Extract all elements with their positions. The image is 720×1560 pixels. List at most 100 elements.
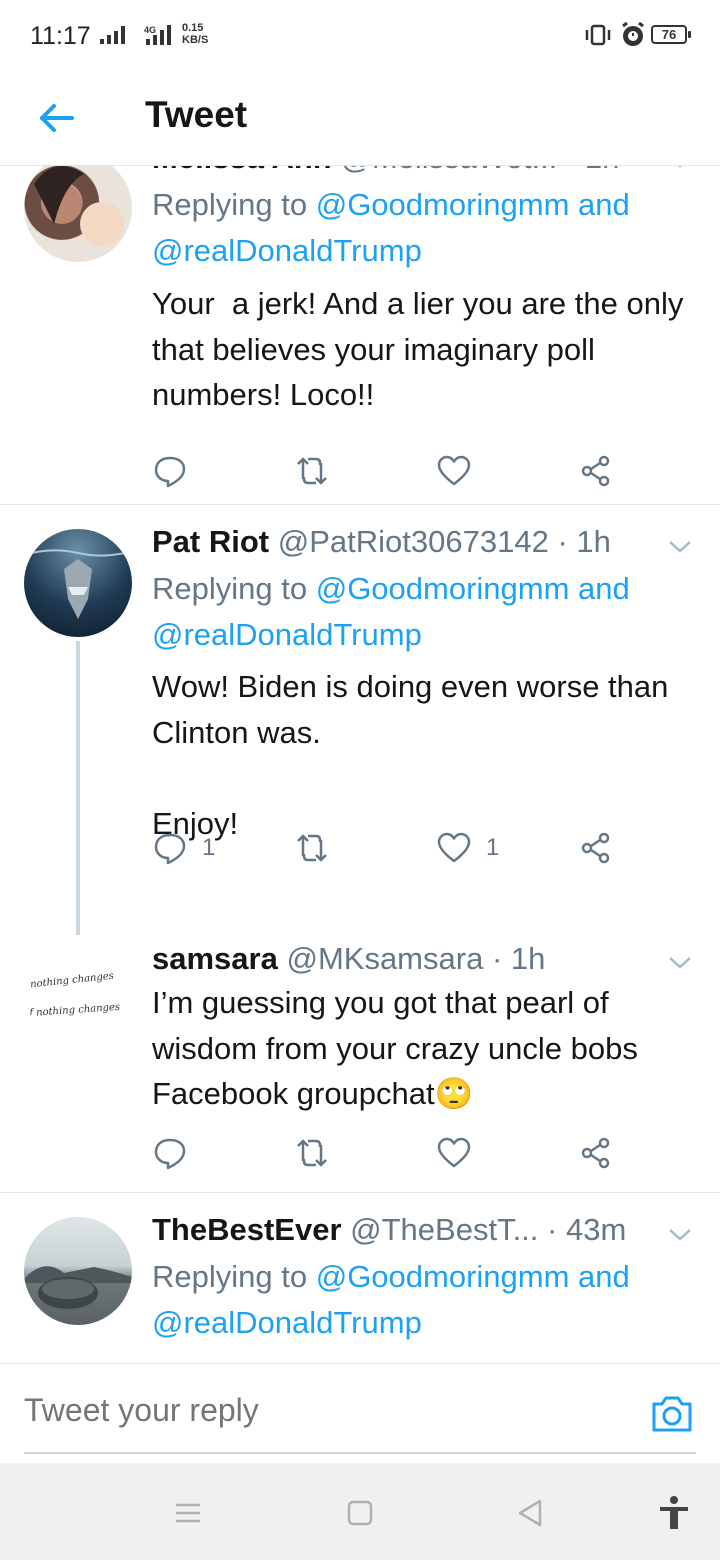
tweet-time: · 1h [566, 166, 619, 175]
avatar[interactable] [24, 166, 132, 262]
display-name[interactable]: Pat Riot [152, 524, 269, 559]
tweet-actions [152, 451, 622, 491]
tweet-time: · 43m [547, 1212, 627, 1247]
replying-prefix: Replying to [152, 571, 308, 606]
share-button[interactable] [578, 451, 614, 491]
accessibility-icon[interactable] [654, 1493, 694, 1533]
retweet-icon [297, 834, 327, 862]
replying-to: Replying to @Goodmoringmm and @realDonal… [152, 1254, 700, 1346]
home-square-icon[interactable] [340, 1493, 380, 1533]
like-count: 1 [486, 834, 500, 861]
vibrate-icon [585, 24, 611, 46]
share-button[interactable] [578, 1133, 614, 1173]
display-name[interactable]: TheBestEver [152, 1212, 342, 1247]
tweet-item[interactable]: Melissa Ann @MelissaWet... · 1h Replying… [0, 166, 720, 504]
reply-button[interactable] [152, 451, 188, 491]
tweet-item[interactable]: TheBestEver @TheBestT... · 43m Replying … [0, 1193, 720, 1363]
mention-link[interactable]: @realDonaldTrump [152, 612, 700, 658]
tweet-header: Pat Riot @PatRiot30673142 · 1h [152, 524, 700, 564]
arrow-left-icon[interactable] [32, 94, 80, 142]
replies-feed[interactable]: Melissa Ann @MelissaWet... · 1h Replying… [0, 166, 720, 1363]
avatar-script-line: if nothing changes [25, 1001, 121, 1020]
replying-to: Replying to @Goodmoringmm and @realDonal… [152, 566, 700, 658]
reply-button[interactable]: 1 [152, 828, 215, 868]
reply-button[interactable] [152, 1133, 188, 1173]
tweet-text: I’m guessing you got that pearl of wisdo… [152, 985, 647, 1111]
page-title: Tweet [145, 94, 248, 135]
tweet-item[interactable]: Pat Riot @PatRiot30673142 · 1h Replying … [0, 505, 720, 941]
share-button[interactable] [578, 828, 614, 868]
chevron-down-icon[interactable] [666, 1225, 694, 1245]
menu-icon[interactable] [168, 1493, 208, 1533]
tweet-text: Wow! Biden is doing even worse than Clin… [152, 669, 669, 841]
share-icon [581, 1137, 610, 1169]
speed-value: 0.15 [182, 22, 204, 34]
network-type-label: 4G [144, 25, 156, 35]
speed-unit: KB/S [182, 34, 209, 46]
reply-count: 1 [202, 834, 216, 861]
status-bar: 11:17 4G 0.15 KB/S 76 [0, 0, 720, 70]
chevron-down-icon[interactable] [666, 953, 694, 973]
tweet-text: Your a jerk! And a lier you are the only… [152, 286, 692, 412]
mention-link[interactable]: @Goodmoringmm and [316, 1259, 630, 1294]
reply-input[interactable] [24, 1392, 604, 1429]
mobile-data-icon: 4G [144, 25, 171, 45]
retweet-button[interactable] [294, 828, 330, 868]
user-handle[interactable]: @MKsamsara [286, 941, 483, 976]
tweet-time: · 1h [557, 524, 611, 559]
share-icon [581, 455, 610, 487]
mention-link[interactable]: @realDonaldTrump [152, 1300, 700, 1346]
like-button[interactable] [436, 451, 472, 491]
tweet-actions [152, 1133, 622, 1173]
avatar-photo [24, 1266, 132, 1309]
avatar[interactable] [24, 1217, 132, 1325]
mention-link[interactable]: @realDonaldTrump [152, 228, 700, 274]
signal-icon [100, 26, 125, 44]
network-speed: 0.15 KB/S [182, 22, 208, 46]
user-handle[interactable]: @TheBestT... [350, 1212, 538, 1247]
heart-icon [437, 1137, 471, 1168]
system-nav-bar [0, 1463, 720, 1560]
replying-to: Replying to @Goodmoringmm and @realDonal… [152, 182, 700, 274]
tweet-header: samsara @MKsamsara · 1h [152, 941, 700, 981]
retweet-icon [297, 1139, 327, 1167]
user-handle[interactable]: @PatRiot30673142 [278, 524, 549, 559]
share-icon [581, 832, 610, 864]
camera-icon[interactable] [648, 1390, 696, 1438]
reply-icon [154, 456, 186, 488]
input-underline [24, 1452, 696, 1454]
replying-prefix: Replying to [152, 187, 308, 222]
heart-icon [437, 455, 471, 486]
retweet-button[interactable] [294, 1133, 330, 1173]
tweet-item[interactable]: nothing changes if nothing changes samsa… [0, 935, 720, 1192]
like-button[interactable]: 1 [436, 828, 499, 868]
mention-link[interactable]: @Goodmoringmm and [316, 187, 630, 222]
back-triangle-icon[interactable] [510, 1493, 550, 1533]
reply-icon [154, 833, 186, 865]
display-name[interactable]: Melissa Ann [152, 166, 332, 175]
heart-icon [437, 832, 471, 863]
avatar-photo [24, 549, 132, 619]
like-button[interactable] [436, 1133, 472, 1173]
tweet-header: Melissa Ann @MelissaWet... · 1h [152, 166, 700, 180]
alarm-icon [622, 22, 644, 46]
retweet-button[interactable] [294, 451, 330, 491]
replying-prefix: Replying to [152, 1259, 308, 1294]
tweet-header: TheBestEver @TheBestT... · 43m [152, 1212, 700, 1252]
reply-composer [0, 1363, 720, 1463]
display-name[interactable]: samsara [152, 941, 278, 976]
avatar[interactable] [24, 529, 132, 637]
chevron-down-icon[interactable] [666, 537, 694, 557]
mention-link[interactable]: @Goodmoringmm and [316, 571, 630, 606]
tweet-actions: 1 1 [152, 828, 622, 868]
avatar[interactable]: nothing changes if nothing changes [24, 935, 132, 1043]
chevron-down-icon[interactable] [666, 166, 694, 172]
tweet-time: · 1h [491, 941, 546, 976]
user-handle[interactable]: @MelissaWet... [340, 166, 557, 175]
avatar-script-line: nothing changes [29, 970, 115, 991]
avatar-photo [34, 166, 124, 246]
thread-connector [76, 641, 80, 941]
retweet-icon [297, 457, 327, 485]
app-header: Tweet [0, 70, 720, 166]
status-time: 11:17 [30, 22, 91, 50]
